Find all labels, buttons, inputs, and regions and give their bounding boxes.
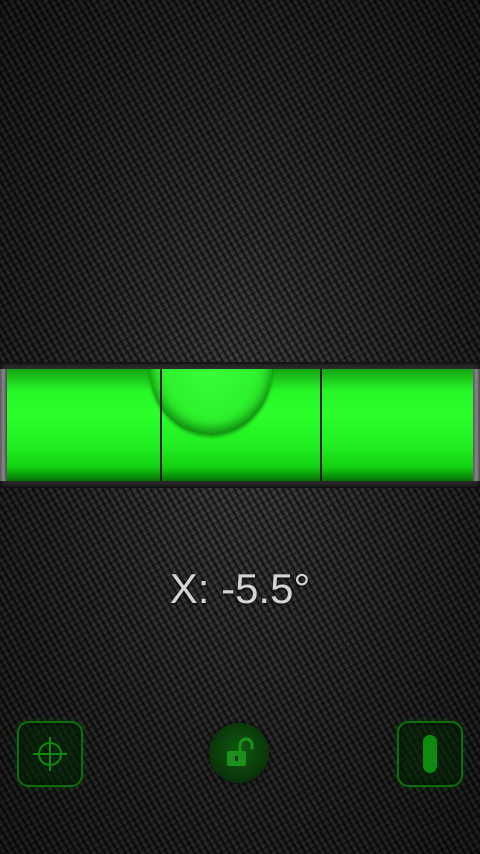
lock-button[interactable]: [209, 723, 269, 783]
center-marker-left: [160, 369, 162, 481]
tube-left-cap: [0, 369, 7, 481]
center-marker-right: [320, 369, 322, 481]
vertical-bar-icon: [423, 735, 437, 773]
level-bubble: [150, 369, 272, 435]
angle-reading: X: -5.5°: [169, 565, 311, 612]
crosshair-icon: [33, 737, 67, 771]
orientation-button[interactable]: [397, 721, 463, 787]
level-tube-frame: [0, 363, 480, 487]
bubble-level-screen: X: -5.5°: [0, 0, 480, 854]
unlocked-padlock-icon: [227, 737, 254, 766]
level-vial: [7, 369, 473, 481]
tube-right-cap: [473, 369, 480, 481]
calibrate-button[interactable]: [17, 721, 83, 787]
